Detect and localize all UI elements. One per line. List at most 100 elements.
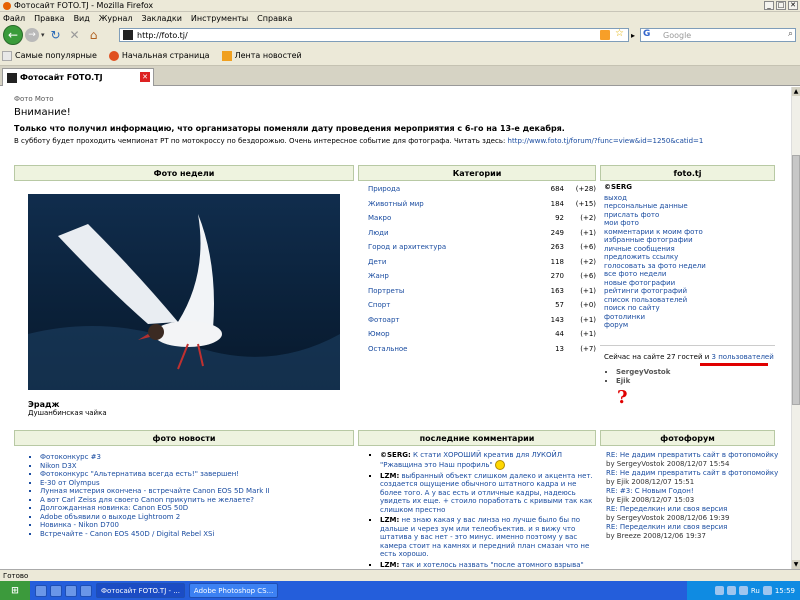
- scroll-down-icon[interactable]: ▼: [792, 560, 800, 569]
- site-menu-item[interactable]: комментарии к моим фото: [604, 228, 706, 237]
- quicklaunch-icon[interactable]: [35, 584, 47, 597]
- reload-icon[interactable]: ↻: [49, 28, 63, 42]
- address-bar[interactable]: http://foto.tj/ ☆: [119, 28, 629, 42]
- menu-help[interactable]: Справка: [257, 14, 292, 23]
- photo-author[interactable]: Эрадж: [28, 400, 59, 409]
- rss-icon[interactable]: [600, 30, 610, 40]
- forum-topic[interactable]: RE: Не дадим превратить сайт в фотопомой…: [606, 469, 786, 478]
- category-name[interactable]: Портреты: [368, 287, 540, 295]
- google-icon[interactable]: G: [643, 29, 655, 41]
- comment-author[interactable]: LZM:: [380, 472, 399, 480]
- news-item[interactable]: Новинка - Nikon D700: [40, 521, 270, 530]
- tab-foto-tj[interactable]: Фотосайт FOTO.TJ ✕: [2, 68, 154, 86]
- category-name[interactable]: Фотоарт: [368, 316, 540, 324]
- menu-history[interactable]: Журнал: [99, 14, 133, 23]
- forward-button[interactable]: →: [25, 28, 39, 42]
- news-item[interactable]: Лунная мистерия окончена - встречайте Ca…: [40, 487, 270, 496]
- online-user[interactable]: SergeyVostok: [616, 368, 670, 377]
- site-menu-item[interactable]: личные сообщения: [604, 245, 706, 254]
- online-users-link[interactable]: 3 пользователей: [712, 353, 774, 361]
- category-row[interactable]: Люди 249 (+1): [368, 226, 596, 241]
- comment-author[interactable]: ©SERG:: [380, 451, 411, 459]
- quicklaunch-icon[interactable]: [80, 584, 92, 597]
- news-item[interactable]: Фотоконкурс "Альтернатива всегда есть!" …: [40, 470, 270, 479]
- site-menu-item[interactable]: персональные данные: [604, 202, 706, 211]
- site-menu-item[interactable]: фотолинки: [604, 313, 706, 322]
- site-menu-item[interactable]: новые фотографии: [604, 279, 706, 288]
- comment-text[interactable]: так и хотелось назвать "после атомного в…: [380, 561, 584, 570]
- category-row[interactable]: Остальное 13 (+7): [368, 342, 596, 357]
- menu-tools[interactable]: Инструменты: [191, 14, 248, 23]
- forum-topic[interactable]: RE: #3: С Новым Годон!: [606, 487, 786, 496]
- forum-link[interactable]: http://www.foto.tj/forum/?func=view&id=1…: [508, 137, 704, 145]
- site-menu-item[interactable]: голосовать за фото недели: [604, 262, 706, 271]
- category-name[interactable]: Люди: [368, 229, 540, 237]
- forum-topic[interactable]: RE: Не дадим превратить сайт в фотопомой…: [606, 451, 786, 460]
- vertical-scrollbar[interactable]: ▲ ▼: [791, 87, 800, 569]
- site-menu-item[interactable]: рейтинги фотографий: [604, 287, 706, 296]
- menu-file[interactable]: Файл: [3, 14, 25, 23]
- task-photoshop[interactable]: Adobe Photoshop CS...: [188, 583, 279, 598]
- tray-icon[interactable]: [714, 586, 724, 595]
- site-menu-item[interactable]: предложить ссылку: [604, 253, 706, 262]
- back-button[interactable]: ←: [3, 25, 23, 45]
- category-row[interactable]: Фотоарт 143 (+1): [368, 313, 596, 328]
- category-name[interactable]: Юмор: [368, 330, 540, 338]
- tray-icon[interactable]: [738, 586, 748, 595]
- site-menu-item[interactable]: выход: [604, 194, 706, 203]
- category-row[interactable]: Портреты 163 (+1): [368, 284, 596, 299]
- start-button[interactable]: ⊞: [0, 581, 30, 600]
- category-name[interactable]: Жанр: [368, 272, 540, 280]
- scroll-up-icon[interactable]: ▲: [792, 87, 800, 96]
- menu-edit[interactable]: Правка: [34, 14, 64, 23]
- category-name[interactable]: Город и архитектура: [368, 243, 540, 251]
- site-menu-item[interactable]: мои фото: [604, 219, 706, 228]
- quicklaunch-icon[interactable]: [50, 584, 62, 597]
- forum-topic[interactable]: RE: Переделкин или своя версия: [606, 523, 786, 532]
- bookmark-most-visited[interactable]: Самые популярные: [2, 50, 97, 61]
- news-item[interactable]: Фотоконкурс #3: [40, 453, 270, 462]
- site-menu-item[interactable]: форум: [604, 321, 706, 330]
- category-row[interactable]: Природа 684 (+28): [368, 182, 596, 197]
- category-row[interactable]: Юмор 44 (+1): [368, 327, 596, 342]
- forum-topic[interactable]: RE: Переделкин или своя версия: [606, 505, 786, 514]
- maximize-button[interactable]: □: [776, 1, 786, 10]
- bookmark-star-icon[interactable]: ☆: [615, 28, 624, 39]
- news-item[interactable]: Adobe объявили о выходе Lightroom 2: [40, 513, 270, 522]
- language-indicator[interactable]: Ru: [751, 587, 760, 595]
- photo-of-week-image[interactable]: [28, 194, 340, 390]
- scroll-thumb[interactable]: [792, 155, 800, 405]
- stop-icon[interactable]: ✕: [68, 28, 82, 42]
- search-icon[interactable]: ⌕: [788, 29, 793, 39]
- menu-view[interactable]: Вид: [74, 14, 90, 23]
- news-item[interactable]: Nikon D3X: [40, 462, 270, 471]
- site-menu-item[interactable]: прислать фото: [604, 211, 706, 220]
- site-menu-item[interactable]: избранные фотографии: [604, 236, 706, 245]
- category-row[interactable]: Жанр 270 (+6): [368, 269, 596, 284]
- minimize-button[interactable]: _: [764, 1, 774, 10]
- bookmark-getting-started[interactable]: Начальная страница: [108, 50, 210, 61]
- online-user[interactable]: Ejik: [616, 377, 670, 386]
- comment-author[interactable]: LZM:: [380, 516, 399, 524]
- close-tab-button[interactable]: ✕: [140, 72, 150, 82]
- news-item[interactable]: Долгожданная новинка: Canon EOS 50D: [40, 504, 270, 513]
- comment-text[interactable]: не знаю какая у вас линза но лучше было …: [380, 516, 589, 558]
- tray-icon[interactable]: [726, 586, 736, 595]
- menu-bookmarks[interactable]: Закладки: [141, 14, 181, 23]
- category-name[interactable]: Природа: [368, 185, 540, 193]
- category-row[interactable]: Дети 118 (+2): [368, 255, 596, 270]
- close-window-button[interactable]: ✕: [788, 1, 798, 10]
- news-item[interactable]: E-30 от Olympus: [40, 479, 270, 488]
- comment-text[interactable]: выбранный объект слишком далеко и акцент…: [380, 472, 593, 514]
- category-row[interactable]: Макро 92 (+2): [368, 211, 596, 226]
- site-menu-item[interactable]: список пользователей: [604, 296, 706, 305]
- history-dropdown-icon[interactable]: ▾: [41, 31, 45, 39]
- comment-author[interactable]: LZM:: [380, 561, 399, 569]
- category-name[interactable]: Спорт: [368, 301, 540, 309]
- task-firefox[interactable]: Фотосайт FOTO.TJ - ...: [96, 583, 185, 598]
- news-item[interactable]: А вот Carl Zeiss для своего Canon прикуп…: [40, 496, 270, 505]
- quicklaunch-icon[interactable]: [65, 584, 77, 597]
- category-name[interactable]: Остальное: [368, 345, 540, 353]
- category-name[interactable]: Макро: [368, 214, 540, 222]
- site-menu-item[interactable]: все фото недели: [604, 270, 706, 279]
